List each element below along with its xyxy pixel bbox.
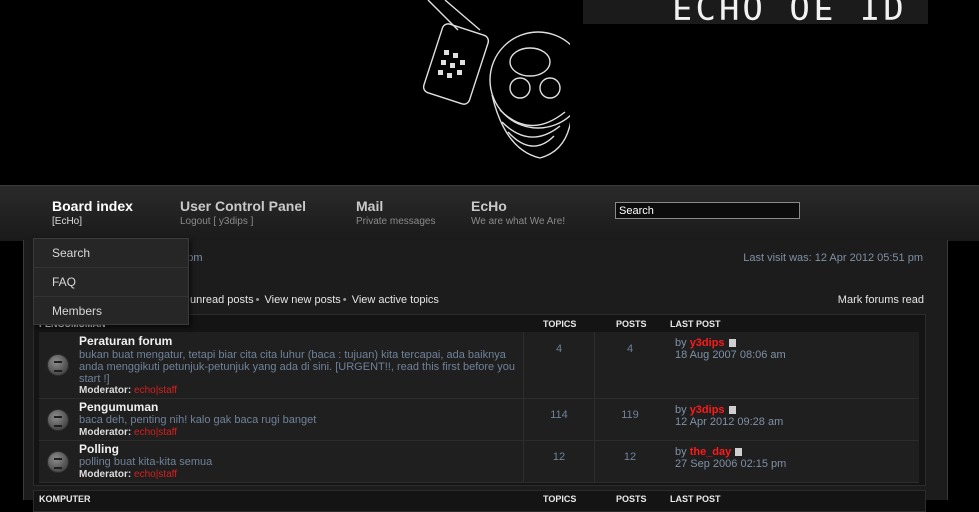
col-posts-header: POSTS (616, 319, 647, 329)
nav-user-control-panel[interactable]: User Control Panel Logout [ y3dips ] (180, 198, 306, 227)
moderator-link[interactable]: echo|staff (134, 385, 177, 396)
forum-description: baca deh, penting nih! kalo gak baca rug… (79, 414, 317, 426)
forum-row[interactable]: Peraturan forum bukan buat mengatur, tet… (39, 332, 919, 399)
posts-count: 4 (626, 343, 634, 355)
forum-moderator: Moderator: echo|staff (79, 427, 177, 438)
forum-read-icon (47, 409, 69, 431)
moderator-link[interactable]: echo|staff (134, 427, 177, 438)
last-post-user-link[interactable]: y3dips (690, 337, 725, 349)
mark-forums-read-link[interactable]: Mark forums read (838, 294, 924, 306)
category-title[interactable]: KOMPUTER (39, 494, 91, 504)
forum-description: polling buat kita-kita semua (79, 456, 213, 468)
last-post-info: by y3dips 18 Aug 2007 08:06 am (675, 337, 786, 361)
last-visit-text: Last visit was: 12 Apr 2012 05:51 pm (743, 252, 923, 264)
nav-board-index[interactable]: Board index [EcHo] (52, 198, 133, 227)
last-post-date: 18 Aug 2007 08:06 am (675, 349, 786, 361)
posts-count: 119 (621, 409, 639, 421)
moderator-label: Moderator: (79, 427, 132, 438)
forum-category-komputer: KOMPUTER TOPICS POSTS LAST POST (33, 490, 926, 512)
topics-cell: 4 (523, 332, 594, 398)
topics-count: 4 (555, 343, 563, 355)
posts-count: 12 (623, 451, 637, 463)
col-topics-header: TOPICS (543, 494, 577, 504)
nav-echo-title[interactable]: EcHo (471, 198, 565, 214)
view-latest-post-icon[interactable] (735, 448, 743, 457)
col-lastpost-header: LAST POST (670, 494, 721, 504)
last-post-user-link[interactable]: the_day (690, 446, 732, 458)
nav-ucp-title[interactable]: User Control Panel (180, 198, 306, 214)
forum-read-icon (47, 354, 69, 376)
col-lastpost-header: LAST POST (670, 319, 721, 329)
nav-mail-title[interactable]: Mail (356, 198, 435, 214)
nav-board-index-sub: [EcHo] (52, 216, 83, 227)
forum-title-link[interactable]: Pengumuman (79, 400, 158, 414)
dropdown-members-link[interactable]: Members (34, 297, 188, 325)
col-posts-header: POSTS (616, 494, 647, 504)
topics-count: 114 (550, 409, 568, 421)
search-input[interactable] (615, 202, 800, 219)
last-post-info: by y3dips 12 Apr 2012 09:28 am (675, 404, 783, 428)
forum-moderator: Moderator: echo|staff (79, 469, 177, 480)
moderator-label: Moderator: (79, 385, 132, 396)
col-topics-header: TOPICS (543, 319, 577, 329)
forum-row[interactable]: Polling polling buat kita-kita semua Mod… (39, 441, 919, 483)
nav-mail[interactable]: Mail Private messages (356, 198, 435, 227)
nav-echo[interactable]: EcHo We are what We Are! (471, 198, 565, 227)
forum-row[interactable]: Pengumuman baca deh, penting nih! kalo g… (39, 399, 919, 441)
board-index-dropdown-menu: Search FAQ Members (33, 238, 189, 325)
view-active-topics-link[interactable]: View active topics (352, 294, 439, 306)
dropdown-search-link[interactable]: Search (34, 239, 188, 268)
site-logo-text: ECHO OF ID (672, 0, 907, 26)
last-post-info: by the_day 27 Sep 2006 02:15 pm (675, 446, 786, 470)
quick-links: unread posts • View new posts • View activ… (190, 294, 439, 306)
main-navigation: Board index [EcHo] User Control Panel Lo… (0, 185, 979, 241)
forum-title-link[interactable]: Polling (79, 442, 119, 456)
last-post-by-label: by (675, 404, 687, 416)
header-illustration (422, 0, 570, 159)
forum-moderator: Moderator: echo|staff (79, 385, 177, 396)
site-header: ECHO OF ID (0, 0, 979, 185)
topics-count: 12 (552, 451, 566, 463)
last-post-date: 12 Apr 2012 09:28 am (675, 416, 784, 428)
topics-cell: 114 (523, 399, 594, 440)
last-post-by-label: by (675, 446, 687, 458)
view-latest-post-icon[interactable] (728, 339, 736, 348)
unread-posts-link[interactable]: unread posts (190, 294, 254, 306)
forum-title-link[interactable]: Peraturan forum (79, 334, 172, 348)
moderator-link[interactable]: echo|staff (134, 469, 177, 480)
nav-logout-link[interactable]: Logout [ y3dips ] (180, 216, 306, 227)
view-latest-post-icon[interactable] (728, 406, 736, 415)
forum-category-pengumuman: PENGUMUMAN TOPICS POSTS LAST POST Peratu… (33, 314, 926, 486)
last-post-by-label: by (675, 337, 687, 349)
forum-description: bukan buat mengatur, tetapi biar cita ci… (79, 349, 515, 385)
last-post-user-link[interactable]: y3dips (690, 404, 725, 416)
moderator-label: Moderator: (79, 469, 132, 480)
nav-mail-sub: Private messages (356, 216, 436, 227)
dropdown-faq-link[interactable]: FAQ (34, 268, 188, 297)
nav-board-index-title[interactable]: Board index (52, 198, 133, 214)
view-new-posts-link[interactable]: View new posts (265, 294, 341, 306)
nav-echo-sub: We are what We Are! (471, 216, 566, 227)
topics-cell: 12 (523, 441, 594, 482)
posts-cell: 119 (594, 399, 665, 440)
category-header: KOMPUTER TOPICS POSTS LAST POST (34, 491, 925, 509)
last-post-date: 27 Sep 2006 02:15 pm (675, 458, 787, 470)
posts-cell: 4 (594, 332, 665, 398)
forum-read-icon (47, 451, 69, 473)
posts-cell: 12 (594, 441, 665, 482)
